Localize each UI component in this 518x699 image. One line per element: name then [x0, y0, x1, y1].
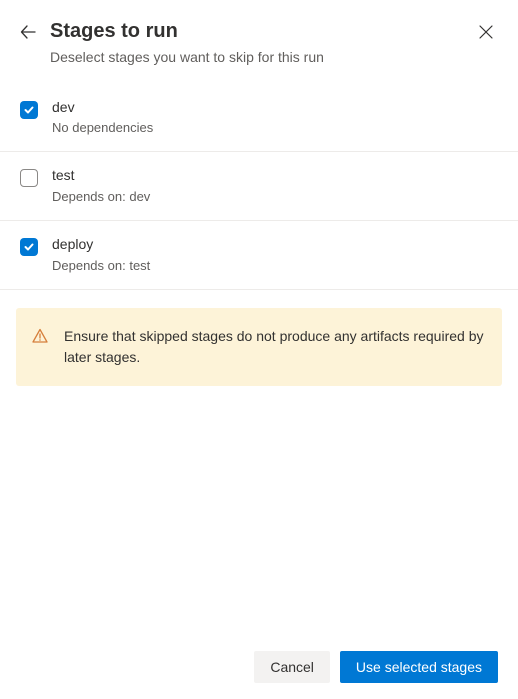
use-selected-stages-button[interactable]: Use selected stages	[340, 651, 498, 683]
stage-checkbox[interactable]	[20, 169, 38, 187]
panel-header: Stages to run Deselect stages you want t…	[0, 0, 518, 84]
stage-checkbox[interactable]	[20, 101, 38, 119]
stage-item-test: test Depends on: dev	[0, 152, 518, 221]
close-icon	[478, 24, 494, 40]
warning-message: Ensure that skipped stages do not produc…	[16, 308, 502, 386]
panel-title: Stages to run	[50, 18, 460, 44]
stage-text: test Depends on: dev	[52, 166, 150, 206]
stage-dependency: Depends on: test	[52, 257, 150, 275]
stage-dependency: Depends on: dev	[52, 188, 150, 206]
stage-name: test	[52, 166, 150, 186]
stage-text: dev No dependencies	[52, 98, 153, 138]
stage-dependency: No dependencies	[52, 119, 153, 137]
stage-item-deploy: deploy Depends on: test	[0, 221, 518, 290]
panel-subtitle: Deselect stages you want to skip for thi…	[50, 48, 460, 68]
stage-list: dev No dependencies test Depends on: dev…	[0, 84, 518, 290]
cancel-button[interactable]: Cancel	[254, 651, 330, 683]
warning-icon	[32, 328, 48, 349]
close-button[interactable]	[474, 20, 498, 44]
stage-name: deploy	[52, 235, 150, 255]
warning-text: Ensure that skipped stages do not produc…	[64, 326, 484, 368]
checkmark-icon	[23, 241, 35, 253]
stage-name: dev	[52, 98, 153, 118]
checkmark-icon	[23, 104, 35, 116]
back-button[interactable]	[20, 24, 36, 40]
stage-checkbox[interactable]	[20, 238, 38, 256]
panel-footer: Cancel Use selected stages	[0, 639, 518, 699]
header-text: Stages to run Deselect stages you want t…	[50, 18, 460, 68]
stage-item-dev: dev No dependencies	[0, 84, 518, 153]
arrow-left-icon	[20, 24, 36, 40]
stage-text: deploy Depends on: test	[52, 235, 150, 275]
